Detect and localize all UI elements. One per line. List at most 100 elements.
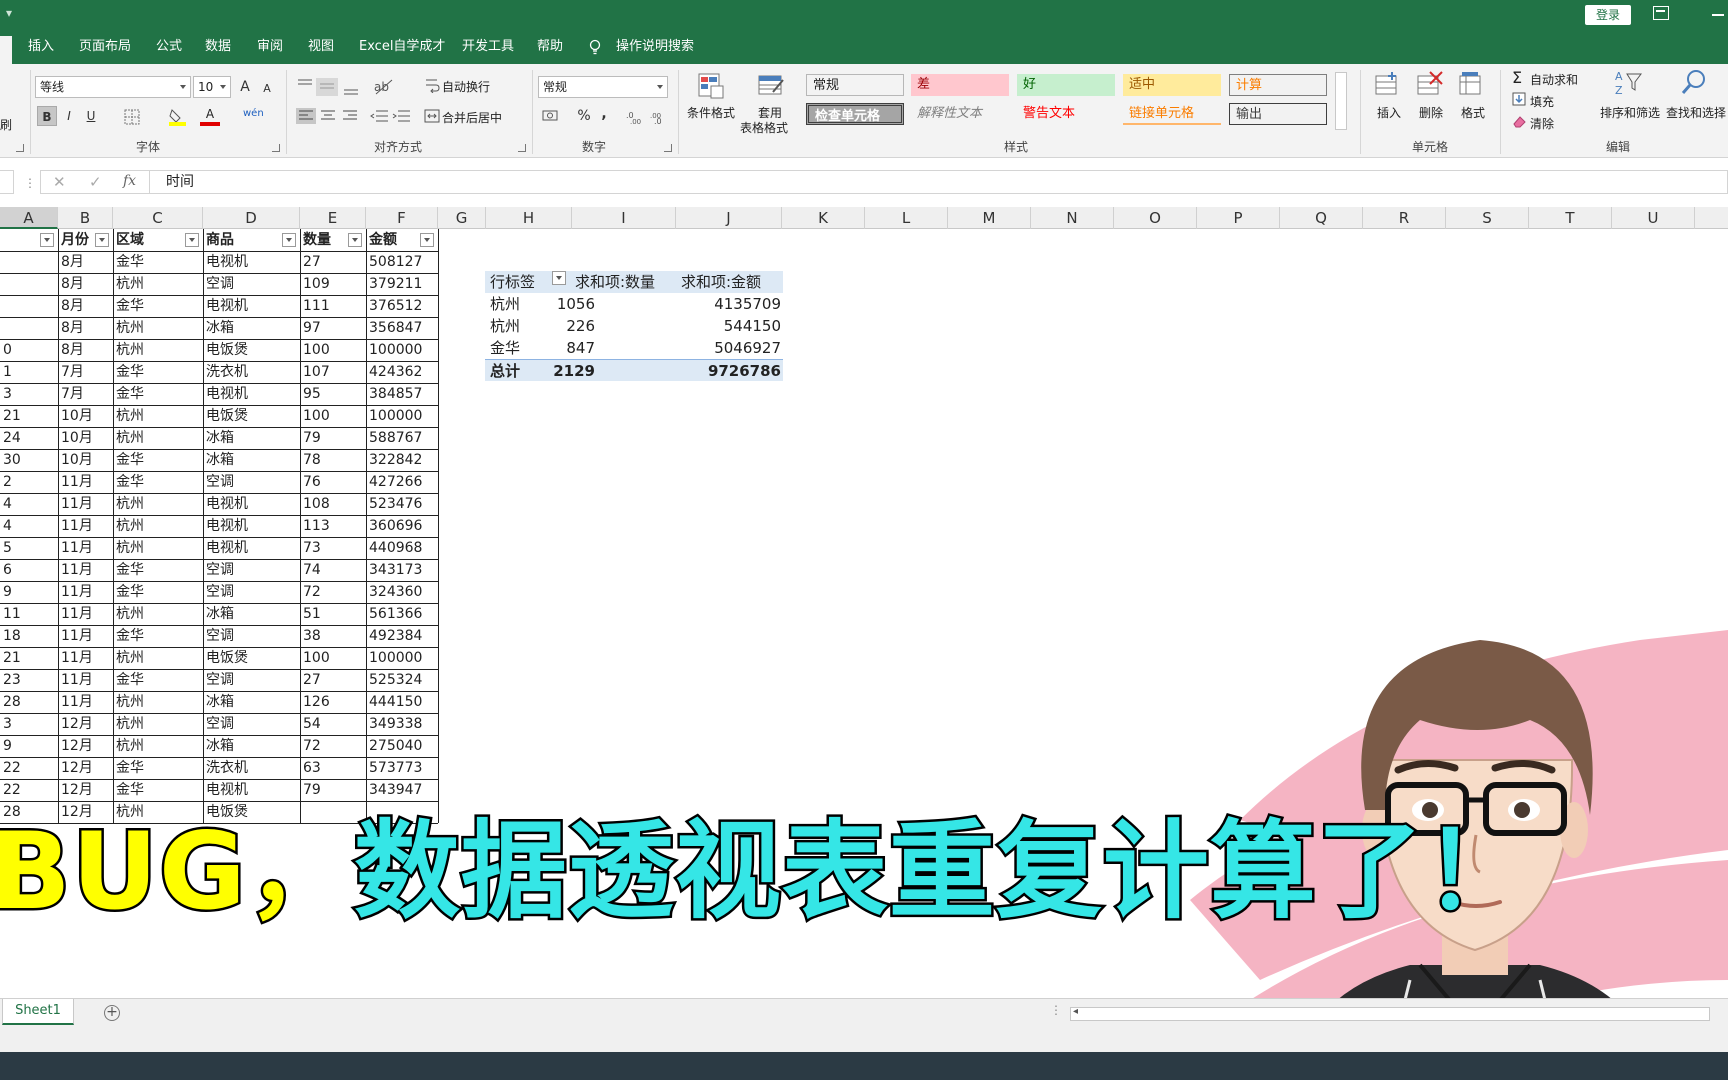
indent-icons[interactable] (370, 108, 412, 124)
cell-day[interactable]: 3 (0, 713, 58, 735)
cell-qty[interactable]: 97 (300, 317, 366, 339)
cell-product[interactable]: 电视机 (203, 515, 300, 537)
cancel-icon[interactable]: ✕ (53, 173, 66, 191)
cell-amount[interactable]: 444150 (366, 691, 438, 713)
wrap-text-button[interactable]: 自动换行 (442, 78, 490, 95)
cell-month[interactable]: 7月 (58, 361, 113, 383)
cell-amount[interactable]: 424362 (366, 361, 438, 383)
col-header-l[interactable]: L (865, 207, 948, 229)
cell-product[interactable]: 电视机 (203, 383, 300, 405)
cell-day[interactable]: 30 (0, 449, 58, 471)
cell-product[interactable]: 空调 (203, 713, 300, 735)
cell-qty[interactable]: 38 (300, 625, 366, 647)
cell-amount[interactable]: 324360 (366, 581, 438, 603)
pivot-table[interactable]: 行标签 求和项:数量 求和项:金额 杭州 1056 4135709 杭州 226… (485, 271, 783, 381)
cell-month[interactable]: 10月 (58, 405, 113, 427)
horizontal-scrollbar[interactable]: ◂ (1070, 1006, 1710, 1021)
pivot-row[interactable]: 杭州 1056 4135709 (485, 293, 783, 315)
cell-product[interactable]: 冰箱 (203, 691, 300, 713)
clipboard-launcher-icon[interactable] (16, 144, 24, 152)
cell-amount[interactable]: 100000 (366, 339, 438, 361)
wrap-text-icon[interactable] (424, 77, 440, 93)
cell-qty[interactable]: 78 (300, 449, 366, 471)
col-header-o[interactable]: O (1114, 207, 1197, 229)
cell-day[interactable]: 4 (0, 493, 58, 515)
orientation-icon[interactable]: ab (372, 76, 400, 96)
phonetic-button[interactable]: wén (243, 104, 264, 124)
cell-qty[interactable]: 74 (300, 559, 366, 581)
cell-day[interactable]: 4 (0, 515, 58, 537)
col-header-q[interactable]: Q (1280, 207, 1363, 229)
cell-product[interactable]: 电饭煲 (203, 405, 300, 427)
insert-cells-button[interactable]: 插入 (1377, 104, 1401, 121)
col-header-f[interactable]: F (366, 207, 438, 229)
cell-product[interactable]: 冰箱 (203, 603, 300, 625)
conditional-format-icon[interactable] (697, 72, 725, 100)
cell-product[interactable]: 空调 (203, 471, 300, 493)
cell-qty[interactable]: 100 (300, 339, 366, 361)
filter-dropdown-icon[interactable] (420, 233, 434, 247)
tab-insert[interactable]: 插入 (26, 30, 56, 64)
cell-qty[interactable]: 95 (300, 383, 366, 405)
format-as-table-label-2[interactable]: 表格格式 (740, 119, 788, 136)
style-output[interactable]: 输出 (1229, 103, 1327, 125)
col-header-g[interactable]: G (438, 207, 486, 229)
filter-dropdown-icon[interactable] (185, 233, 199, 247)
cell-region[interactable]: 金华 (113, 559, 203, 581)
cell-region[interactable]: 金华 (113, 669, 203, 691)
tell-me-search[interactable]: 操作说明搜索 (614, 30, 696, 64)
tab-data[interactable]: 数据 (203, 30, 233, 64)
number-launcher-icon[interactable] (664, 144, 672, 152)
login-button[interactable]: 登录 (1585, 5, 1631, 25)
col-header-e[interactable]: E (300, 207, 366, 229)
cell-region[interactable]: 杭州 (113, 537, 203, 559)
cell-amount[interactable]: 100000 (366, 405, 438, 427)
cell-product[interactable]: 电视机 (203, 251, 300, 273)
font-color-button[interactable]: A (200, 104, 220, 126)
merge-center-icon[interactable] (424, 108, 440, 124)
cell-region[interactable]: 金华 (113, 251, 203, 273)
cell-month[interactable]: 8月 (58, 339, 113, 361)
merge-center-button[interactable]: 合并后居中 (442, 109, 502, 126)
tab-home-active[interactable] (0, 36, 12, 64)
cell-qty[interactable]: 76 (300, 471, 366, 493)
style-neutral[interactable]: 适中 (1123, 74, 1221, 96)
cell-amount[interactable]: 523476 (366, 493, 438, 515)
cell-amount[interactable]: 588767 (366, 427, 438, 449)
cell-region[interactable]: 杭州 (113, 603, 203, 625)
cell-month[interactable]: 12月 (58, 757, 113, 779)
cell-amount[interactable]: 525324 (366, 669, 438, 691)
cell-day[interactable]: 28 (0, 691, 58, 713)
cell-day[interactable]: 2 (0, 471, 58, 493)
cell-product[interactable]: 空调 (203, 625, 300, 647)
cell-day[interactable]: 1 (0, 361, 58, 383)
cell-day[interactable]: 22 (0, 757, 58, 779)
cell-product[interactable]: 空调 (203, 273, 300, 295)
cell-amount[interactable]: 573773 (366, 757, 438, 779)
cell-day[interactable]: 5 (0, 537, 58, 559)
cell-day[interactable]: 0 (0, 339, 58, 361)
cell-month[interactable]: 11月 (58, 669, 113, 691)
cell-month[interactable]: 11月 (58, 515, 113, 537)
style-bad[interactable]: 差 (911, 74, 1009, 96)
col-header-h[interactable]: H (486, 207, 572, 229)
vertical-align-icons[interactable] (296, 76, 366, 96)
cell-month[interactable]: 11月 (58, 559, 113, 581)
cell-qty[interactable]: 126 (300, 691, 366, 713)
number-format-combo[interactable]: 常规 (538, 76, 668, 98)
cell-product[interactable]: 空调 (203, 559, 300, 581)
cell-day[interactable]: 9 (0, 735, 58, 757)
format-as-table-icon[interactable] (757, 72, 785, 100)
percent-button[interactable]: % (574, 106, 594, 126)
horizontal-align-icons[interactable] (296, 108, 362, 124)
cell-month[interactable]: 8月 (58, 273, 113, 295)
cell-product[interactable]: 冰箱 (203, 735, 300, 757)
comma-button[interactable]: , (594, 104, 614, 124)
cell-product[interactable]: 电饭煲 (203, 339, 300, 361)
style-explanatory[interactable]: 解释性文本 (911, 103, 1009, 125)
tab-view[interactable]: 视图 (306, 30, 336, 64)
col-header-s[interactable]: S (1446, 207, 1529, 229)
col-header-i[interactable]: I (572, 207, 676, 229)
cell-region[interactable]: 金华 (113, 757, 203, 779)
cell-qty[interactable]: 54 (300, 713, 366, 735)
